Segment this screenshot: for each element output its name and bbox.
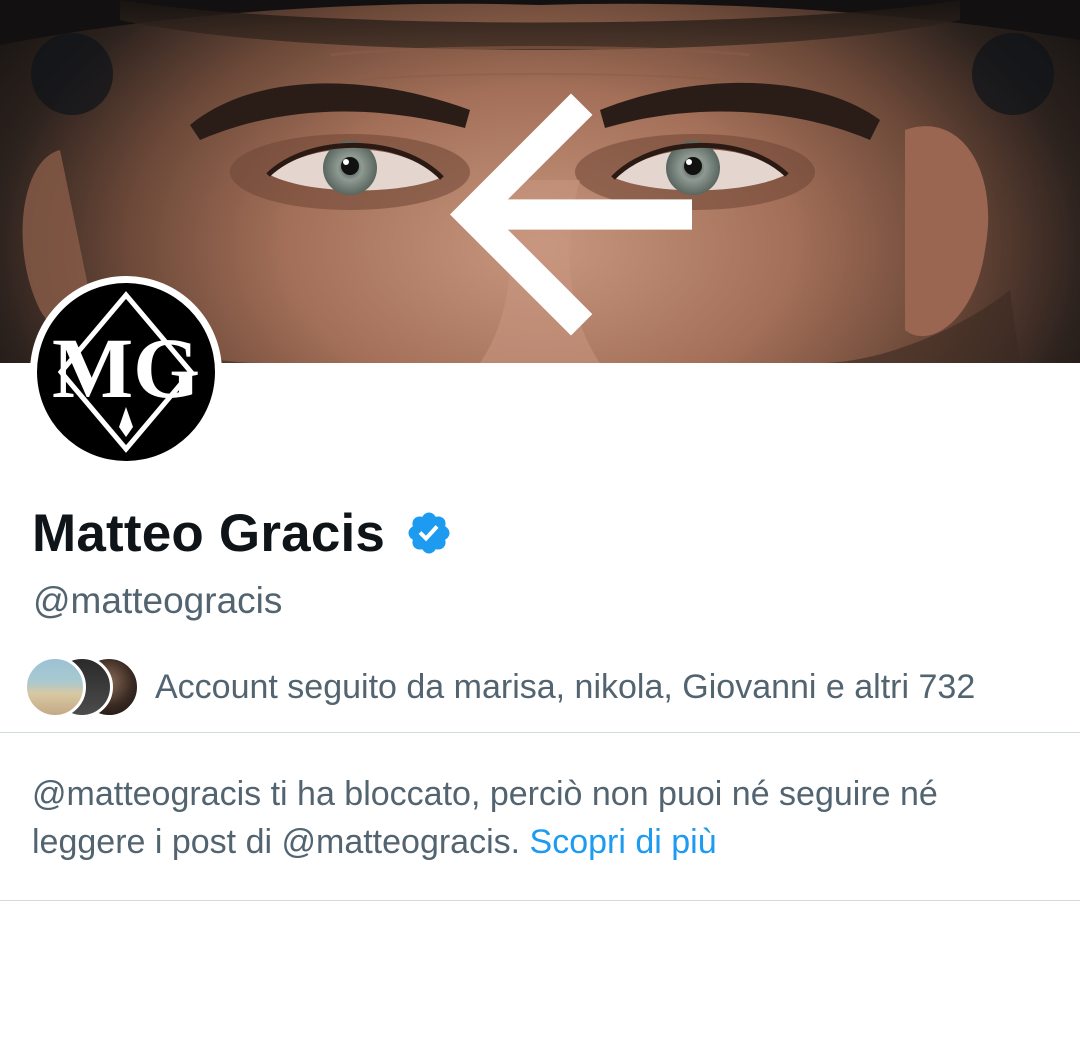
blocked-notice-text: @matteogracis ti ha bloccato, perciò non…	[32, 775, 938, 861]
followed-by-row[interactable]: Account seguito da marisa, nikola, Giova…	[24, 655, 975, 719]
profile-page: MG Matteo Gracis @matteogracis Account s…	[0, 0, 1080, 1042]
back-button[interactable]	[31, 33, 692, 336]
mg-logo: MG	[52, 291, 200, 453]
divider	[0, 732, 1080, 733]
follower-avatars	[24, 656, 144, 718]
svg-text:MG: MG	[52, 320, 200, 416]
verified-badge-icon[interactable]	[405, 509, 453, 557]
blocked-notice: @matteogracis ti ha bloccato, perciò non…	[32, 770, 1052, 866]
profile-avatar[interactable]: MG	[30, 276, 222, 468]
display-name: Matteo Gracis	[32, 503, 386, 563]
divider	[0, 900, 1080, 901]
vertical-ellipsis-icon	[972, 33, 1080, 363]
more-options-button[interactable]	[972, 33, 1054, 115]
learn-more-link[interactable]: Scopri di più	[530, 823, 717, 861]
name-row: Matteo Gracis	[32, 498, 453, 568]
profile-handle: @matteogracis	[33, 580, 283, 621]
follower-avatar	[24, 656, 86, 718]
avatar-image: MG	[37, 283, 215, 461]
followed-by-text: Account seguito da marisa, nikola, Giova…	[155, 667, 976, 706]
